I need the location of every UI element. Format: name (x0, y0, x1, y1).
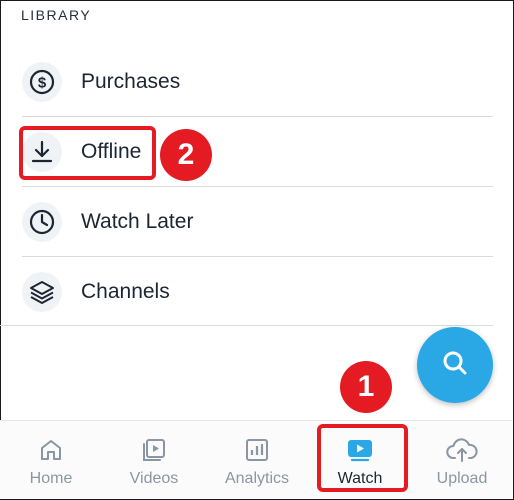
step-badge-2: 2 (160, 129, 212, 181)
library-item-label: Purchases (81, 69, 181, 93)
nav-label: Analytics (224, 470, 290, 487)
nav-item-upload[interactable]: Upload (417, 421, 507, 499)
nav-item-home[interactable]: Home (6, 421, 96, 499)
library-item-label: Channels (81, 279, 170, 303)
nav-item-analytics[interactable]: Analytics (212, 421, 302, 499)
nav-label: Videos (129, 470, 179, 487)
clock-icon (22, 201, 62, 242)
search-fab-button[interactable] (417, 327, 493, 403)
svg-text:$: $ (38, 74, 47, 91)
library-item-watch-later[interactable]: Watch Later (0, 187, 493, 256)
nav-label: Home (29, 470, 73, 487)
bottom-nav: Home Videos Analytics Watch Upload (0, 420, 512, 499)
dollar-circle-icon: $ (22, 61, 62, 102)
analytics-icon (244, 436, 270, 464)
layers-icon (22, 271, 62, 312)
nav-label: Upload (436, 470, 488, 487)
home-icon (38, 436, 64, 464)
library-item-channels[interactable]: Channels (0, 257, 493, 326)
library-item-label: Watch Later (81, 209, 194, 233)
upload-icon (446, 436, 478, 464)
step-badge-1: 1 (340, 361, 392, 413)
offline-highlight-box (19, 126, 156, 180)
videos-icon (141, 436, 167, 464)
nav-item-videos[interactable]: Videos (109, 421, 199, 499)
library-section-title: LIBRARY (21, 7, 92, 23)
divider (0, 325, 493, 326)
watch-highlight-box (317, 424, 408, 492)
search-icon (440, 348, 470, 383)
library-item-purchases[interactable]: $ Purchases (0, 47, 493, 116)
